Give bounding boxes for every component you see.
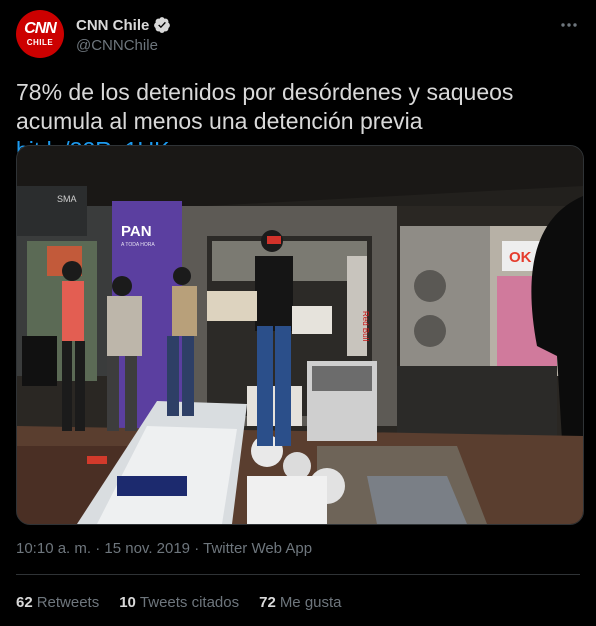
verified-badge-icon bbox=[154, 17, 171, 33]
more-options-icon[interactable] bbox=[558, 14, 580, 36]
divider bbox=[16, 574, 580, 575]
avatar[interactable]: CNN CHILE bbox=[16, 10, 64, 58]
tweet-body: 78% de los detenidos por desórdenes y sa… bbox=[16, 79, 514, 134]
retweets-count: 62 bbox=[16, 594, 33, 611]
likes-count: 72 bbox=[259, 594, 276, 611]
display-name[interactable]: CNN Chile bbox=[76, 17, 149, 34]
quote-tweets-count: 10 bbox=[119, 594, 136, 611]
sign-pan-subtitle: A TODA HORA bbox=[121, 242, 155, 248]
photo-looting-scene: SMA PAN A TODA HORA Red Bull OK bbox=[17, 146, 583, 524]
display-name-row[interactable]: CNN Chile bbox=[76, 16, 171, 34]
sign-store-left: SMA bbox=[57, 194, 77, 204]
sign-ok: OK bbox=[509, 249, 532, 266]
likes-stat[interactable]: 72 Me gusta bbox=[259, 594, 341, 611]
author-info[interactable]: CNN Chile @CNNChile bbox=[76, 16, 171, 54]
avatar-logo-text: CNN bbox=[24, 20, 57, 37]
meta-separator: · bbox=[95, 540, 101, 557]
tweet-date[interactable]: 15 nov. 2019 bbox=[104, 540, 190, 557]
tweet-time[interactable]: 10:10 a. m. bbox=[16, 540, 91, 557]
handle[interactable]: @CNNChile bbox=[76, 37, 171, 54]
likes-label: Me gusta bbox=[279, 594, 342, 611]
quote-tweets-label: Tweets citados bbox=[139, 594, 240, 611]
sign-redbull: Red Bull bbox=[361, 311, 370, 341]
retweets-stat[interactable]: 62 Retweets bbox=[16, 594, 99, 611]
tweet-header: CNN CHILE CNN Chile @CNNChile bbox=[16, 10, 580, 66]
meta-separator: · bbox=[194, 540, 200, 557]
tweet-meta: 10:10 a. m. · 15 nov. 2019 · Twitter Web… bbox=[16, 540, 312, 557]
tweet-media-photo[interactable]: SMA PAN A TODA HORA Red Bull OK bbox=[16, 145, 584, 525]
tweet-source[interactable]: Twitter Web App bbox=[203, 540, 312, 557]
sign-pan: PAN bbox=[121, 223, 152, 240]
tweet-stats: 62 Retweets 10 Tweets citados 72 Me gusta bbox=[16, 594, 342, 611]
retweets-label: Retweets bbox=[36, 594, 100, 611]
quote-tweets-stat[interactable]: 10 Tweets citados bbox=[119, 594, 239, 611]
avatar-logo-subtext: CHILE bbox=[26, 38, 54, 47]
